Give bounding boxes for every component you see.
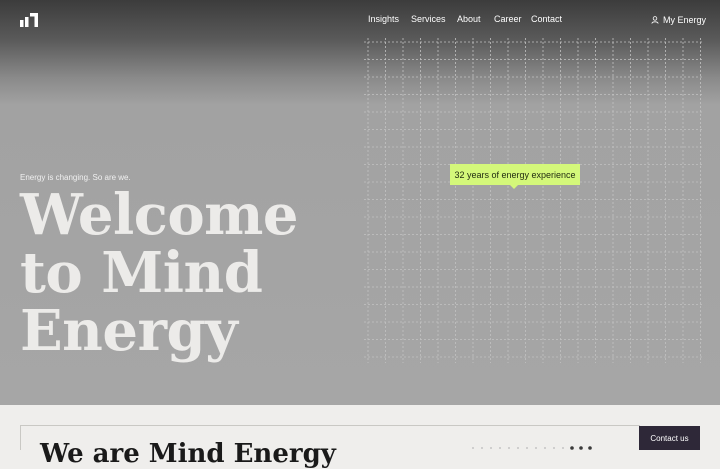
my-energy-link[interactable]: My Energy [651, 14, 706, 26]
contact-us-button[interactable]: Contact us [639, 426, 700, 450]
energy-grid-graphic [364, 38, 704, 363]
nav-about[interactable]: About [457, 14, 481, 24]
nav-contact[interactable]: Contact [531, 14, 562, 24]
nav-career[interactable]: Career [494, 14, 522, 24]
section-border [20, 425, 21, 450]
nav-services[interactable]: Services [411, 14, 446, 24]
nav-insights[interactable]: Insights [368, 14, 399, 24]
user-icon [651, 16, 659, 24]
hero-tagline: Energy is changing. So are we. [20, 173, 131, 182]
headline-line-2: to Mind [20, 240, 263, 306]
section-divider [20, 425, 640, 426]
main-nav: Insights Services About Career Contact [0, 14, 720, 28]
hero-headline: Welcome to Mind Energy [20, 182, 299, 364]
decorative-dots [472, 446, 592, 450]
about-title: We are Mind Energy [40, 439, 336, 469]
headline-line-3: Energy [20, 298, 238, 364]
my-energy-label: My Energy [663, 15, 707, 25]
headline-line-1: Welcome [20, 182, 299, 248]
experience-badge: 32 years of energy experience [450, 164, 580, 189]
